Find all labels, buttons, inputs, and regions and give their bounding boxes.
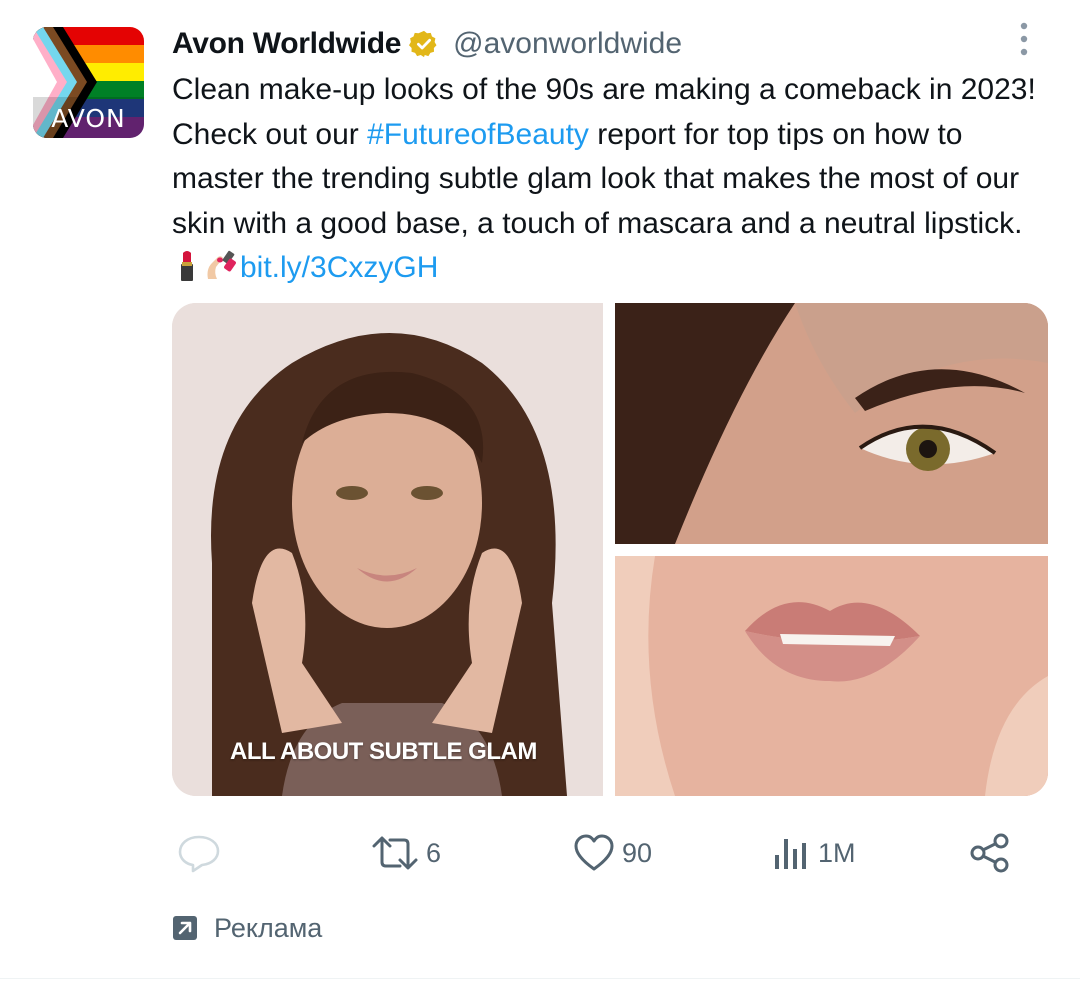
promoted-arrow-icon [173, 916, 197, 940]
lips-closeup-image[interactable] [615, 556, 1048, 796]
lipstick-emoji-icon [172, 249, 202, 295]
retweet-icon [372, 836, 418, 870]
retweet-count: 6 [426, 837, 442, 868]
heart-icon [574, 834, 614, 871]
retweet-button[interactable]: 6 [370, 826, 441, 880]
views-button[interactable]: 1M [772, 826, 856, 880]
verified-badge-icon [409, 29, 439, 59]
author-handle[interactable]: @avonworldwide [453, 27, 682, 61]
hashtag-link[interactable]: #FutureofBeauty [367, 118, 589, 151]
more-options-icon[interactable] [1012, 20, 1036, 60]
avatar-logo-text: AVON [51, 104, 126, 133]
nail-polish-emoji-icon [204, 249, 238, 295]
shortened-link[interactable]: bit.ly/3CxzyGH [240, 251, 438, 284]
share-icon [970, 833, 1009, 873]
media-grid: ALL ABOUT SUBTLE GLAM [172, 303, 1048, 796]
share-button[interactable] [968, 826, 1012, 880]
media-caption: ALL ABOUT SUBTLE GLAM [230, 738, 537, 765]
views-count: 1M [818, 837, 856, 868]
post-text: Clean make-up looks of the 90s are makin… [172, 68, 1052, 295]
like-button[interactable]: 90 [572, 826, 652, 880]
like-count: 90 [622, 837, 653, 868]
author-name[interactable]: Avon Worldwide [172, 27, 401, 61]
promoted-text: Реклама [214, 912, 323, 943]
reply-button[interactable] [176, 826, 228, 880]
reply-icon [178, 835, 220, 873]
post-header: Avon Worldwide @avonworldwide [172, 22, 682, 66]
promoted-label[interactable]: Реклама [172, 908, 322, 948]
eye-closeup-image[interactable] [615, 303, 1048, 544]
views-icon [775, 839, 806, 869]
divider [0, 978, 1080, 979]
model-portrait-image[interactable]: ALL ABOUT SUBTLE GLAM [172, 303, 603, 796]
avatar[interactable]: AVON [33, 27, 144, 138]
